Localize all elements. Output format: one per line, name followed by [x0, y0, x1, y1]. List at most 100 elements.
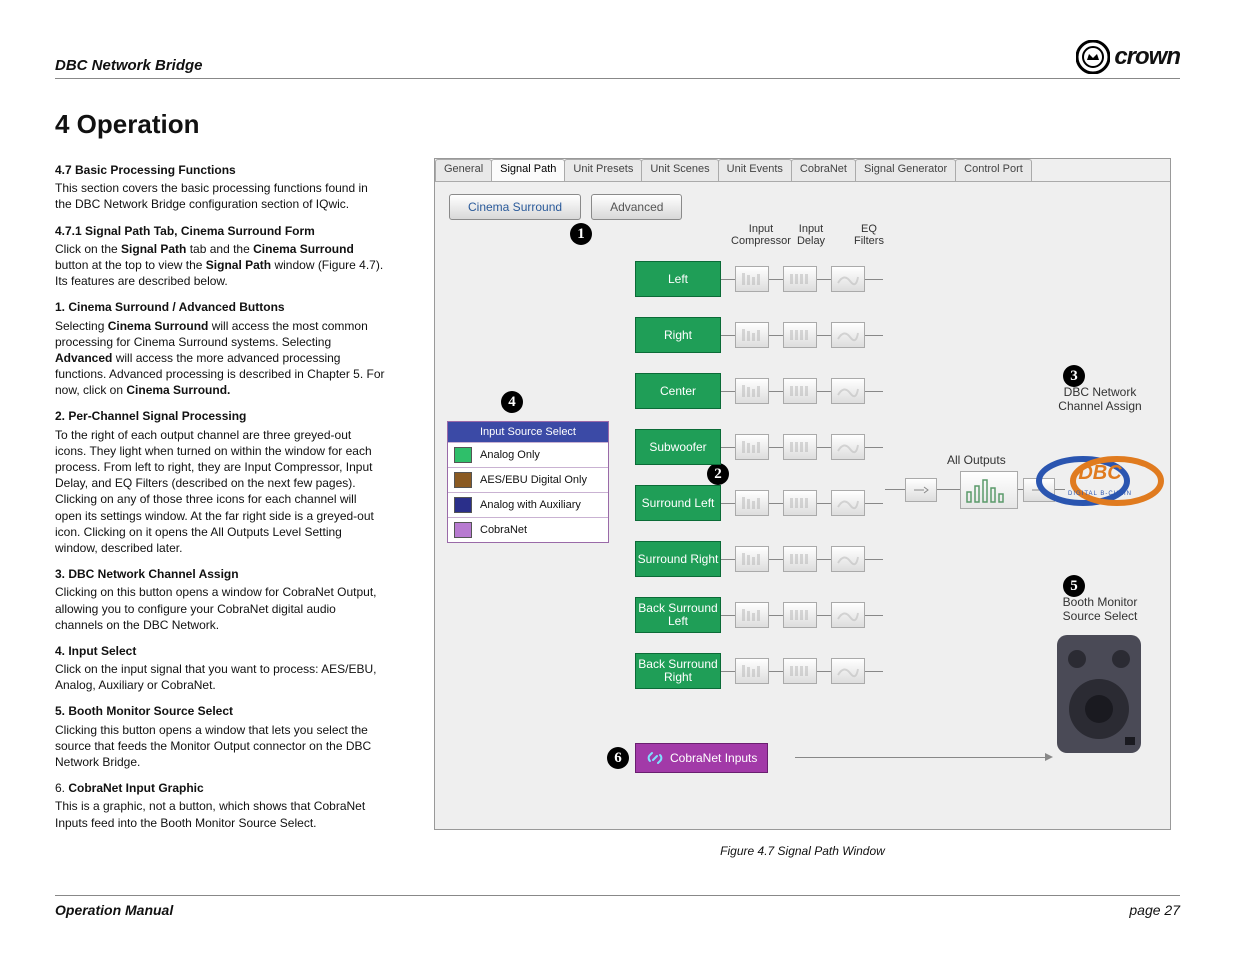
channel-back-surround-left[interactable]: Back Surround Left	[635, 597, 721, 633]
link-icon	[646, 749, 664, 767]
channel-row: Surround Right	[635, 541, 883, 577]
sub-item-3: 3. DBC Network Channel Assign	[55, 566, 385, 582]
input-compressor-button[interactable]	[735, 546, 769, 572]
tab-general[interactable]: General	[435, 159, 492, 181]
input-compressor-button[interactable]	[735, 658, 769, 684]
channel-back-surround-right[interactable]: Back Surround Right	[635, 653, 721, 689]
callout-1: 1	[570, 223, 592, 245]
legend-swatch	[454, 522, 472, 538]
callout-4: 4	[501, 391, 523, 413]
channel-subwoofer[interactable]: Subwoofer	[635, 429, 721, 465]
channel-row: Back Surround Left	[635, 597, 883, 633]
figure-caption: Figure 4.7 Signal Path Window	[720, 844, 885, 858]
input-delay-button[interactable]	[783, 322, 817, 348]
input-delay-button[interactable]	[783, 378, 817, 404]
svg-text:DBC: DBC	[1078, 462, 1122, 484]
sub-item-1: 1. Cinema Surround / Advanced Buttons	[55, 299, 385, 315]
legend-swatch	[454, 447, 472, 463]
legend-item[interactable]: AES/EBU Digital Only	[448, 467, 608, 492]
input-delay-button[interactable]	[783, 602, 817, 628]
input-compressor-button[interactable]	[735, 602, 769, 628]
brand-logo: crown	[1076, 40, 1180, 74]
sub-item-4: 4. Input Select	[55, 643, 385, 659]
all-outputs-label: All Outputs	[947, 453, 1006, 467]
channel-center[interactable]: Center	[635, 373, 721, 409]
channel-row: Right	[635, 317, 883, 353]
section-heading: 4 Operation	[55, 109, 1180, 140]
sub-item-5: 5. Booth Monitor Source Select	[55, 703, 385, 719]
dbc-logo[interactable]: DBC DIGITAL B-CHAIN	[1035, 449, 1165, 513]
tab-bar: GeneralSignal PathUnit PresetsUnit Scene…	[435, 159, 1170, 182]
eq-filters-button[interactable]	[831, 546, 865, 572]
channel-right[interactable]: Right	[635, 317, 721, 353]
sub-item-2: 2. Per-Channel Signal Processing	[55, 408, 385, 424]
input-delay-button[interactable]	[783, 266, 817, 292]
legend-swatch	[454, 497, 472, 513]
svg-text:DIGITAL B-CHAIN: DIGITAL B-CHAIN	[1068, 491, 1132, 497]
channel-row: Back Surround Right	[635, 653, 883, 689]
eq-filters-button[interactable]	[831, 490, 865, 516]
input-compressor-button[interactable]	[735, 322, 769, 348]
channel-surround-right[interactable]: Surround Right	[635, 541, 721, 577]
tab-signal-generator[interactable]: Signal Generator	[855, 159, 956, 181]
legend-label: Analog with Auxiliary	[480, 499, 581, 511]
eq-filters-button[interactable]	[831, 266, 865, 292]
channel-row: Surround Left	[635, 485, 883, 521]
sub-item-6: 6. CobraNet Input Graphic	[55, 780, 385, 796]
channel-surround-left[interactable]: Surround Left	[635, 485, 721, 521]
legend-item[interactable]: Analog with Auxiliary	[448, 492, 608, 517]
legend-swatch	[454, 472, 472, 488]
input-delay-button[interactable]	[783, 546, 817, 572]
legend-item[interactable]: CobraNet	[448, 517, 608, 542]
booth-monitor-button[interactable]	[1051, 629, 1147, 759]
eq-filters-button[interactable]	[831, 658, 865, 684]
input-compressor-button[interactable]	[735, 434, 769, 460]
input-delay-button[interactable]	[783, 490, 817, 516]
input-delay-button[interactable]	[783, 434, 817, 460]
tab-signal-path[interactable]: Signal Path	[491, 159, 565, 181]
input-compressor-button[interactable]	[735, 378, 769, 404]
booth-monitor-label: Booth MonitorSource Select	[1035, 595, 1165, 623]
legend-label: CobraNet	[480, 524, 527, 536]
input-compressor-button[interactable]	[735, 490, 769, 516]
footer-right: page 27	[1129, 902, 1180, 918]
eq-filters-button[interactable]	[831, 602, 865, 628]
p-4-7-1: Click on the Signal Path tab and the Cin…	[55, 241, 385, 290]
tab-unit-events[interactable]: Unit Events	[718, 159, 792, 181]
footer-left: Operation Manual	[55, 902, 173, 918]
legend-label: AES/EBU Digital Only	[480, 474, 587, 486]
sub-4-7-1: 4.7.1 Signal Path Tab, Cinema Surround F…	[55, 223, 385, 239]
p-item-4: Click on the input signal that you want …	[55, 661, 385, 693]
p-item-2: To the right of each output channel are …	[55, 427, 385, 557]
p-item-5: Clicking this button opens a window that…	[55, 722, 385, 771]
tab-unit-presets[interactable]: Unit Presets	[564, 159, 642, 181]
input-delay-button[interactable]	[783, 658, 817, 684]
p-item-6: This is a graphic, not a button, which s…	[55, 798, 385, 830]
legend-title: Input Source Select	[448, 422, 608, 442]
p-item-1: Selecting Cinema Surround will access th…	[55, 318, 385, 399]
p-4-7: This section covers the basic processing…	[55, 180, 385, 212]
bus-connector-icon[interactable]	[905, 478, 937, 502]
signal-path-window: GeneralSignal PathUnit PresetsUnit Scene…	[434, 158, 1171, 830]
crown-icon	[1076, 40, 1110, 74]
input-source-select-legend: Input Source Select Analog Only AES/EBU D…	[447, 421, 609, 543]
doc-title: DBC Network Bridge	[55, 57, 203, 74]
legend-label: Analog Only	[480, 449, 540, 461]
channel-row: Left	[635, 261, 883, 297]
eq-filters-button[interactable]	[831, 322, 865, 348]
channel-left[interactable]: Left	[635, 261, 721, 297]
input-compressor-button[interactable]	[735, 266, 769, 292]
tab-control-port[interactable]: Control Port	[955, 159, 1032, 181]
eq-filters-button[interactable]	[831, 378, 865, 404]
eq-filters-button[interactable]	[831, 434, 865, 460]
tab-cobranet[interactable]: CobraNet	[791, 159, 856, 181]
p-item-3: Clicking on this button opens a window f…	[55, 584, 385, 633]
all-outputs-button[interactable]	[960, 471, 1018, 509]
tab-unit-scenes[interactable]: Unit Scenes	[641, 159, 718, 181]
channel-row: Center	[635, 373, 883, 409]
channel-row: Subwoofer	[635, 429, 883, 465]
cinema-surround-button[interactable]: Cinema Surround	[449, 194, 581, 220]
dbc-assign-label: DBC NetworkChannel Assign	[1035, 385, 1165, 413]
legend-item[interactable]: Analog Only	[448, 442, 608, 467]
body-text-column: 4.7 Basic Processing Functions This sect…	[55, 158, 385, 858]
